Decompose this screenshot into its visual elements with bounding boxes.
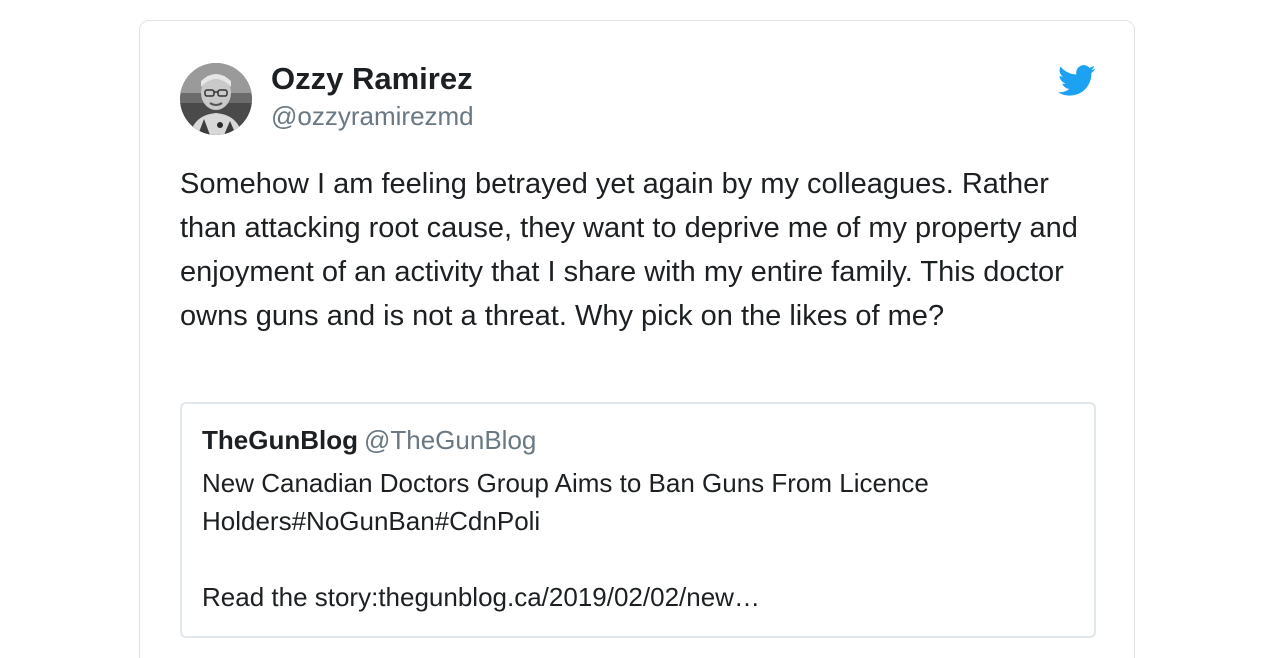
- author-handle[interactable]: @ozzyramirezmd: [271, 100, 474, 132]
- quoted-author-name: TheGunBlog: [202, 425, 358, 455]
- tweet-text: Somehow I am feeling betrayed yet again …: [180, 168, 1078, 332]
- quoted-tweet[interactable]: TheGunBlog @TheGunBlog New Canadian Docto…: [180, 402, 1096, 638]
- avatar-photo: [180, 63, 252, 135]
- author-avatar[interactable]: [180, 63, 252, 135]
- quoted-author-handle: @TheGunBlog: [363, 425, 537, 455]
- twitter-bird-icon[interactable]: [1058, 65, 1096, 97]
- quoted-tweet-text: New Canadian Doctors Group Aims to Ban G…: [202, 468, 929, 612]
- author-name[interactable]: Ozzy Ramirez: [271, 61, 473, 97]
- tweet-card: Ozzy Ramirez @ozzyramirezmd Somehow I am…: [139, 20, 1135, 658]
- quoted-tweet-header: TheGunBlog @TheGunBlog: [202, 424, 536, 461]
